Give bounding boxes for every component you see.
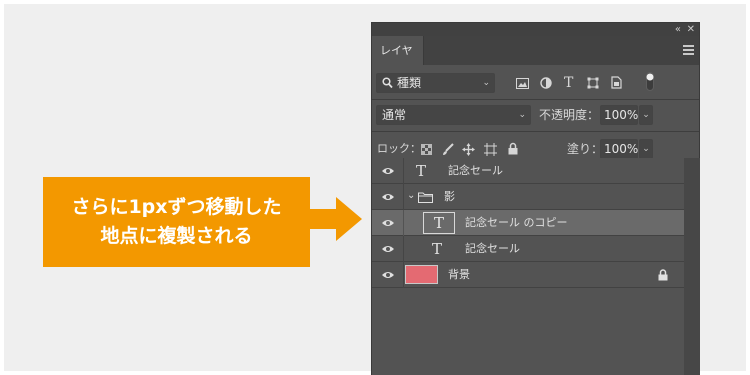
text-layer-icon: T: [416, 162, 427, 180]
search-icon: [382, 77, 393, 89]
layer-name: 記念セール: [465, 242, 520, 255]
divider: [403, 158, 404, 184]
image-filter-icon[interactable]: [516, 78, 529, 89]
layer-row-selected[interactable]: T 記念セール のコピー: [372, 210, 684, 236]
panel-tabbar: レイヤー: [372, 36, 699, 86]
shape-filter-icon[interactable]: [587, 77, 599, 89]
blend-mode-value: 通常: [382, 108, 407, 122]
smart-object-filter-icon[interactable]: [611, 76, 622, 89]
opacity-label: 不透明度：: [539, 108, 600, 122]
folder-icon: [418, 192, 433, 203]
layer-row[interactable]: T 記念セール: [372, 236, 684, 262]
lock-position-icon[interactable]: [462, 143, 475, 156]
layer-group-row[interactable]: ⌄ 影: [372, 184, 684, 210]
lock-all-icon[interactable]: [508, 142, 518, 155]
layers-panel: « ✕ レイヤー 種類 ⌄ T: [371, 22, 700, 375]
visibility-eye-icon[interactable]: [381, 192, 395, 202]
callout-line-2: 地点に複製される: [100, 225, 253, 247]
visibility-eye-icon[interactable]: [381, 244, 395, 254]
divider: [403, 184, 404, 210]
callout-box: さらに1pxずつ移動した 地点に複製される: [43, 177, 310, 267]
layer-name: 背景: [448, 268, 470, 281]
text-layer-icon: T: [432, 240, 443, 258]
fill-label: 塗り：: [567, 142, 604, 156]
kind-filter-select[interactable]: 種類 ⌄: [376, 73, 495, 93]
text-layer-thumbnail-icon: T: [423, 212, 455, 234]
adjustment-filter-icon[interactable]: [540, 77, 552, 89]
blend-row: 通常 ⌄ 不透明度： 100% ⌄: [372, 100, 699, 131]
opacity-input[interactable]: 100%: [600, 105, 638, 125]
kind-filter-label: 種類: [397, 76, 422, 90]
background-thumbnail: [405, 265, 438, 284]
visibility-eye-icon[interactable]: [381, 166, 395, 176]
close-icon[interactable]: ✕: [687, 23, 695, 36]
layer-list: T 記念セール ⌄ 影 T 記念セール のコピー T 記念セール 背景: [372, 158, 684, 288]
panel-menu-icon[interactable]: [683, 45, 694, 55]
lock-image-pixels-icon[interactable]: [442, 143, 454, 156]
divider: [403, 262, 404, 288]
fill-input[interactable]: 100%: [600, 139, 638, 159]
layer-name: 記念セール のコピー: [465, 216, 568, 229]
visibility-eye-icon[interactable]: [381, 270, 395, 280]
filter-toggle-icon[interactable]: [645, 72, 655, 91]
layer-list-scrollbar[interactable]: [684, 158, 700, 375]
tab-layers[interactable]: レイヤー: [372, 36, 424, 86]
chevron-down-icon: ⌄: [518, 110, 526, 120]
callout-line-1: さらに1pxずつ移動した: [71, 196, 282, 218]
lock-transparent-pixels-icon[interactable]: [421, 144, 432, 155]
visibility-eye-icon[interactable]: [381, 218, 395, 228]
lock-artboard-icon[interactable]: [484, 143, 497, 156]
layer-name: 影: [444, 190, 455, 203]
layer-name: 記念セール: [448, 164, 503, 177]
lock-label: ロック：: [377, 142, 421, 155]
filter-row: 種類 ⌄ T: [372, 65, 699, 99]
callout-arrow-icon: [310, 197, 362, 241]
collapse-icon[interactable]: «: [675, 23, 681, 36]
chevron-down-icon[interactable]: ⌄: [407, 187, 415, 205]
blend-mode-select[interactable]: 通常 ⌄: [376, 105, 531, 125]
panel-titlebar: « ✕: [372, 23, 699, 36]
type-filter-icon[interactable]: T: [564, 76, 573, 90]
layer-row-background[interactable]: 背景: [372, 262, 684, 288]
fill-dropdown-button[interactable]: ⌄: [639, 139, 653, 159]
opacity-dropdown-button[interactable]: ⌄: [639, 105, 653, 125]
divider: [403, 210, 404, 236]
layer-row[interactable]: T 記念セール: [372, 158, 684, 184]
lock-icon: [658, 269, 668, 281]
chevron-down-icon: ⌄: [482, 78, 490, 88]
divider: [403, 236, 404, 262]
